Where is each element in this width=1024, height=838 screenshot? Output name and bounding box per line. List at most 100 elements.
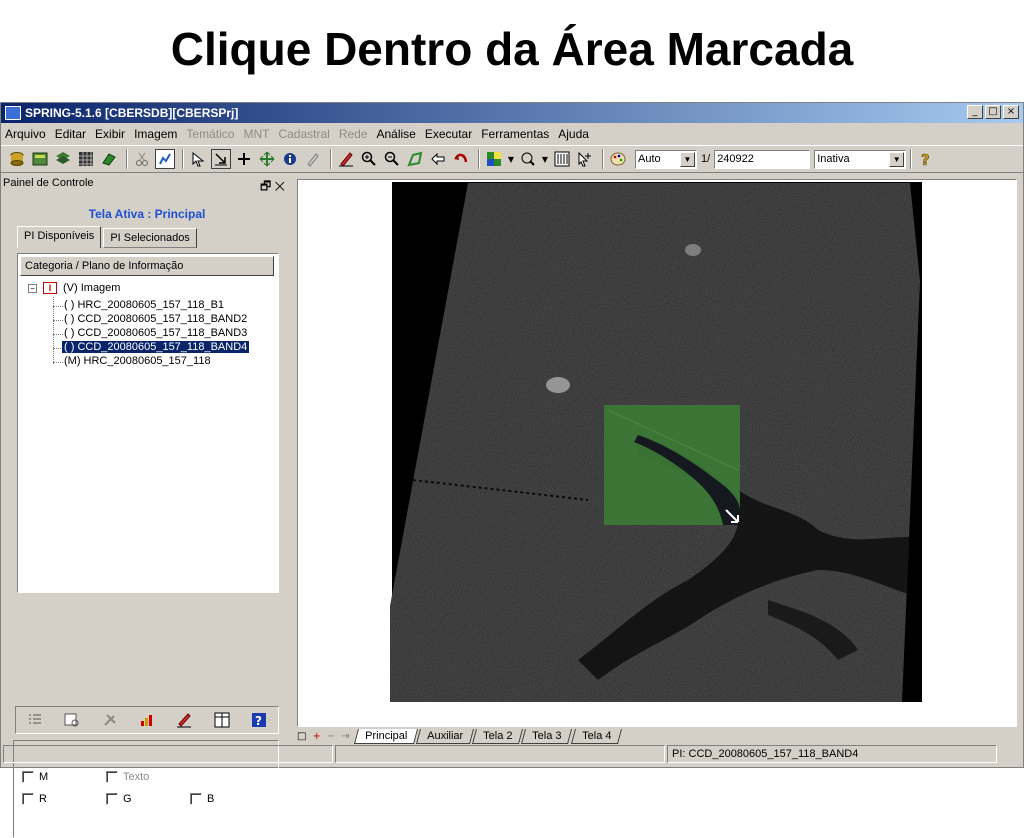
layers-icon[interactable] <box>30 149 50 169</box>
back-icon[interactable] <box>428 149 448 169</box>
checkbox-b[interactable]: B <box>190 793 214 805</box>
tab-tela-4[interactable]: Tela 4 <box>570 728 622 744</box>
menu-rede: Rede <box>338 127 368 141</box>
scale-value: 240922 <box>717 153 754 165</box>
zoom-in-icon[interactable] <box>359 149 379 169</box>
list-icon[interactable] <box>26 711 44 729</box>
checkbox-texto-label: Texto <box>123 771 150 783</box>
image-category-icon: I <box>43 282 57 294</box>
remove-screen-icon[interactable]: − <box>327 731 335 742</box>
minimize-button[interactable]: _ <box>967 105 983 119</box>
status-select[interactable]: Inativa ▼ <box>814 149 907 169</box>
zoom-mode-select[interactable]: Auto ▼ <box>635 149 697 169</box>
collapse-icon[interactable]: − <box>28 283 37 293</box>
pointer-icon[interactable] <box>188 149 208 169</box>
tree-item-ccd-band2[interactable]: ( ) CCD_20080605_157_118_BAND2 <box>62 313 249 325</box>
grid-icon[interactable] <box>76 149 96 169</box>
palette-icon[interactable] <box>608 149 628 169</box>
checkbox-r[interactable]: R <box>22 793 47 805</box>
next-screen-icon[interactable]: ⇥ <box>341 731 349 742</box>
select-icon[interactable] <box>211 149 231 169</box>
chevron-down-icon[interactable]: ▼ <box>889 151 905 167</box>
zoom-area-icon[interactable] <box>405 149 425 169</box>
view-icon[interactable] <box>63 711 81 729</box>
color-icon[interactable] <box>484 149 504 169</box>
tools-icon[interactable] <box>101 711 119 729</box>
tree-item-hrc-b1[interactable]: ( ) HRC_20080605_157_118_B1 <box>62 299 226 311</box>
zoom-mode-value: Auto <box>638 153 661 165</box>
cut-icon[interactable] <box>132 149 152 169</box>
checkbox-m-label: M <box>39 771 49 783</box>
info-icon[interactable] <box>280 149 300 169</box>
zoom-out-icon[interactable] <box>382 149 402 169</box>
zoom-menu-icon[interactable] <box>518 149 538 169</box>
menu-executar[interactable]: Executar <box>425 127 472 141</box>
tree-column-header[interactable]: Categoria / Plano de Informação <box>20 256 274 276</box>
chevron-down-icon[interactable]: ▼ <box>680 151 695 167</box>
close-button[interactable]: × <box>1003 105 1019 119</box>
undo-icon[interactable] <box>451 149 471 169</box>
menu-ferramentas[interactable]: Ferramentas <box>481 127 549 141</box>
menu-tematico: Temático <box>186 127 235 141</box>
menu-imagem[interactable]: Imagem <box>134 127 177 141</box>
checkbox-g[interactable]: G <box>106 793 132 805</box>
restore-icon[interactable]: □ <box>297 731 306 742</box>
menu-editar[interactable]: Editar <box>55 127 86 141</box>
panel-icon[interactable] <box>213 711 231 729</box>
slide-title: Clique Dentro da Área Marcada <box>170 23 854 75</box>
scale-input[interactable]: 240922 <box>714 149 811 169</box>
stack-icon[interactable] <box>53 149 73 169</box>
tab-pi-disponiveis[interactable]: PI Disponíveis <box>17 226 102 248</box>
eraser-shape-icon[interactable] <box>99 149 119 169</box>
dropdown-arrow-icon[interactable]: ▼ <box>541 149 549 169</box>
chart-edit-icon[interactable] <box>138 711 156 729</box>
menu-arquivo[interactable]: Arquivo <box>5 127 46 141</box>
menu-mnt: MNT <box>243 127 270 141</box>
tab-principal[interactable]: Principal <box>353 728 418 744</box>
window-title: SPRING-5.1.6 [CBERSDB][CBERSPrj] <box>25 106 239 120</box>
cursor-plus-icon[interactable] <box>575 149 595 169</box>
tab-auxiliar[interactable]: Auxiliar <box>415 728 474 744</box>
category-label: (V) Imagem <box>63 282 121 294</box>
menu-ajuda[interactable]: Ajuda <box>558 127 589 141</box>
checkbox-r-label: R <box>39 793 47 805</box>
tree-item-ccd-band4[interactable]: ( ) CCD_20080605_157_118_BAND4 <box>62 341 250 353</box>
chart-icon[interactable] <box>155 149 175 169</box>
help-icon[interactable]: ? <box>250 711 268 729</box>
checkbox-m[interactable]: M <box>22 771 48 783</box>
tab-pi-selecionados[interactable]: PI Selecionados <box>103 228 197 248</box>
menu-analise[interactable]: Análise <box>377 127 416 141</box>
tab-tela-2[interactable]: Tela 2 <box>471 728 524 744</box>
pencil-icon[interactable] <box>175 711 193 729</box>
dropdown-arrow-icon[interactable]: ▼ <box>507 149 515 169</box>
add-screen-icon[interactable]: + <box>312 731 320 742</box>
close-icon[interactable]: ✕ <box>275 179 285 193</box>
map-canvas[interactable] <box>297 179 1017 727</box>
undock-icon[interactable]: 🗗 <box>260 179 271 193</box>
tab-tela-3-label: Tela 3 <box>532 729 562 742</box>
pan-icon[interactable] <box>257 149 277 169</box>
tree-item-hrc-mosaic[interactable]: (M) HRC_20080605_157_118 <box>62 355 213 367</box>
database-icon[interactable] <box>7 149 27 169</box>
table-icon[interactable] <box>552 149 572 169</box>
status-bar: PI: CCD_20080605_157_118_BAND4 <box>3 745 1019 765</box>
pi-tree: Categoria / Plano de Informação − I (V) … <box>17 253 279 593</box>
tree-item-ccd-band3[interactable]: ( ) CCD_20080605_157_118_BAND3 <box>62 327 249 339</box>
tab-tela-3[interactable]: Tela 3 <box>521 728 573 744</box>
tree-category-imagem[interactable]: − I (V) Imagem <box>28 282 120 294</box>
scale-prefix: 1/ <box>701 153 711 165</box>
pencil-icon[interactable] <box>336 149 356 169</box>
active-screen-label: Tela Ativa : Principal <box>88 207 206 221</box>
control-panel: Painel de Controle 🗗 ✕ Tela Ativa : Prin… <box>1 175 293 838</box>
help-icon[interactable]: ? <box>916 149 936 169</box>
menu-exibir[interactable]: Exibir <box>95 127 125 141</box>
svg-text:?: ? <box>921 151 930 167</box>
satellite-image-view[interactable] <box>298 180 1016 726</box>
tab-tela-4-label: Tela 4 <box>581 729 612 742</box>
crosshair-icon[interactable] <box>234 149 254 169</box>
tool-icon[interactable] <box>303 149 323 169</box>
svg-text:?: ? <box>255 714 262 728</box>
control-panel-header: Painel de Controle 🗗 ✕ <box>3 177 289 195</box>
status-select-value: Inativa <box>817 153 850 165</box>
maximize-button[interactable]: □ <box>985 105 1001 119</box>
